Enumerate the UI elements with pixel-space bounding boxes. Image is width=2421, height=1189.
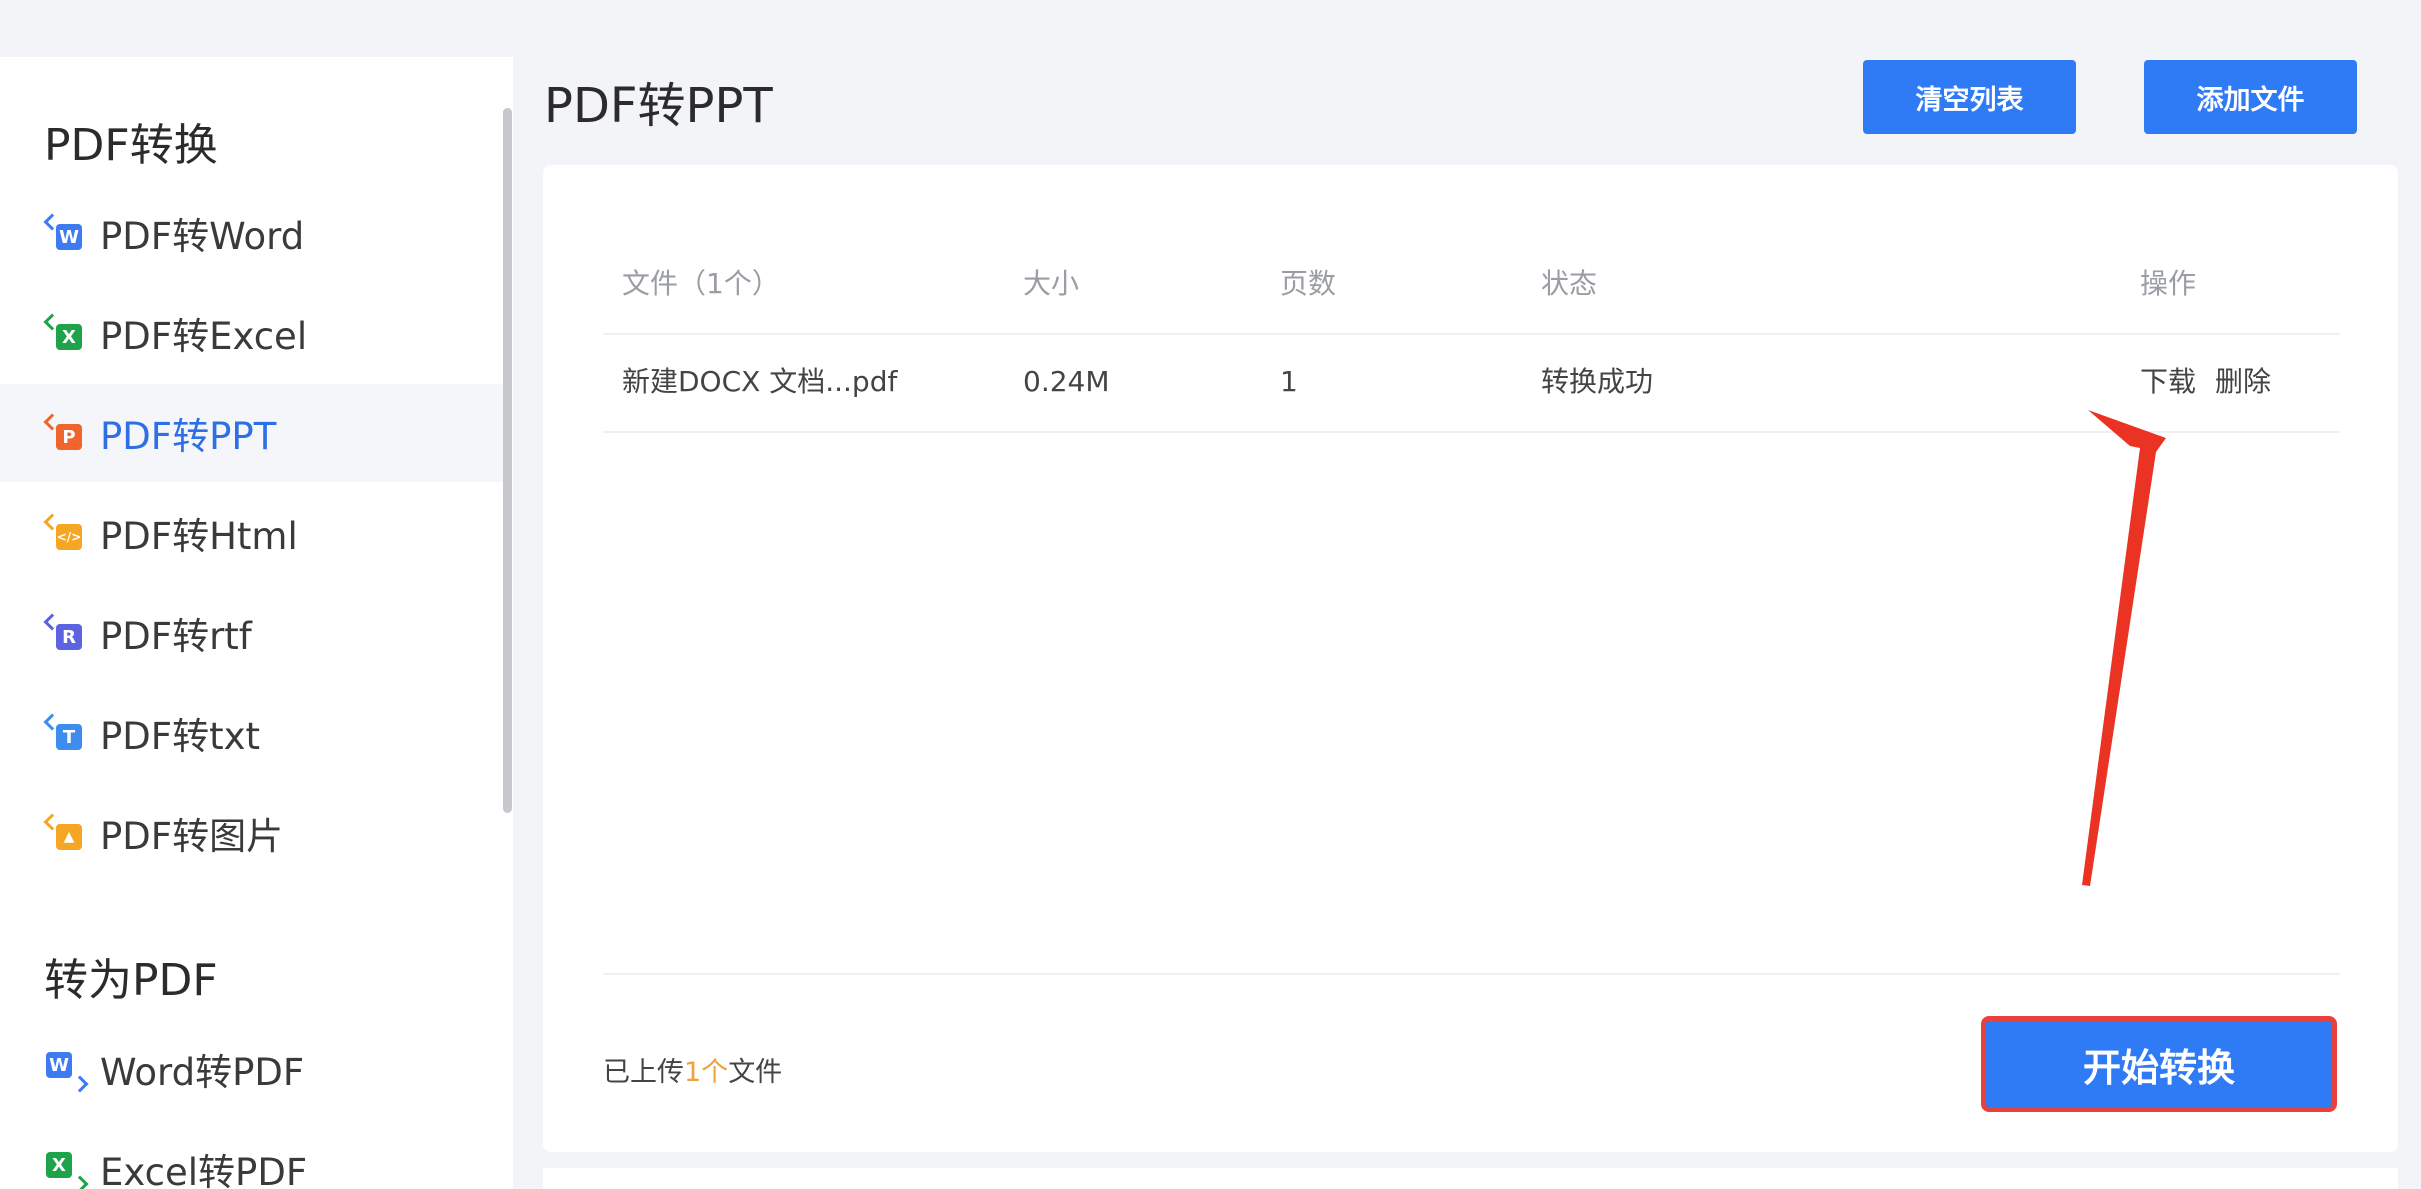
next-panel-edge: [543, 1168, 2398, 1189]
sidebar-scrollbar[interactable]: [503, 108, 512, 813]
file-list-panel: 文件（1个） 大小 页数 状态 操作 新建DOCX 文档...pdf 0.24M…: [543, 165, 2398, 1152]
upload-prefix: 已上传: [603, 1057, 684, 1088]
sidebar-item-label: PDF转Excel: [100, 315, 308, 358]
page-title: PDF转PPT: [544, 78, 773, 134]
rtf-file-icon: R: [43, 613, 82, 650]
excel-file-icon: X: [46, 1152, 89, 1189]
clear-list-button[interactable]: 清空列表: [1863, 60, 2076, 134]
sidebar-item-pdf-to-ppt[interactable]: P PDF转PPT: [0, 384, 503, 482]
sidebar-item-label: Excel转PDF: [100, 1151, 308, 1189]
start-convert-button[interactable]: 开始转换: [1981, 1016, 2337, 1112]
sidebar-item-pdf-to-word[interactable]: W PDF转Word: [0, 184, 503, 282]
sidebar-item-pdf-to-html[interactable]: </> PDF转Html: [0, 484, 503, 582]
html-file-icon: </>: [43, 513, 82, 550]
sidebar-item-label: PDF转txt: [100, 715, 260, 758]
image-file-icon: ▲: [43, 813, 82, 850]
ppt-file-icon: P: [43, 413, 82, 450]
sidebar-item-pdf-to-excel[interactable]: X PDF转Excel: [0, 284, 503, 382]
section-title-to-pdf: 转为PDF: [44, 955, 218, 1006]
upload-count-text: 已上传1个文件: [603, 1050, 782, 1089]
sidebar-item-pdf-to-txt[interactable]: T PDF转txt: [0, 684, 503, 782]
column-header-file: 文件（1个）: [622, 267, 780, 300]
sidebar-item-excel-to-pdf[interactable]: X Excel转PDF: [0, 1120, 503, 1189]
txt-file-icon: T: [43, 713, 82, 750]
page-count: 1: [1280, 365, 1298, 398]
add-file-button[interactable]: 添加文件: [2144, 60, 2357, 134]
file-name: 新建DOCX 文档...pdf: [622, 365, 898, 398]
download-link[interactable]: 下载: [2140, 333, 2196, 431]
file-size: 0.24M: [1023, 365, 1110, 398]
sidebar-item-label: PDF转rtf: [100, 615, 252, 658]
sidebar-item-label: Word转PDF: [100, 1051, 305, 1094]
column-header-actions: 操作: [2140, 267, 2197, 300]
column-header-pages: 页数: [1280, 267, 1337, 300]
sidebar-item-word-to-pdf[interactable]: W Word转PDF: [0, 1020, 503, 1118]
table-row: 新建DOCX 文档...pdf 0.24M 1 转换成功 下载 删除: [603, 333, 2340, 433]
upload-count: 1个: [684, 1057, 729, 1088]
column-header-status: 状态: [1541, 267, 1598, 300]
sidebar-item-pdf-to-image[interactable]: ▲ PDF转图片: [0, 784, 503, 882]
sidebar-item-label: PDF转PPT: [100, 415, 277, 458]
word-file-icon: W: [43, 213, 82, 250]
status-text: 转换成功: [1541, 365, 1654, 398]
column-header-size: 大小: [1023, 267, 1080, 300]
excel-file-icon: X: [43, 313, 82, 350]
sidebar-item-label: PDF转Html: [100, 515, 298, 558]
word-file-icon: W: [46, 1052, 89, 1093]
sidebar-item-label: PDF转图片: [100, 815, 284, 858]
upload-suffix: 文件: [728, 1057, 783, 1088]
sidebar: PDF转换 W PDF转Word X PDF转Excel P PDF转PPT <…: [0, 57, 513, 1189]
sidebar-item-pdf-to-rtf[interactable]: R PDF转rtf: [0, 584, 503, 682]
divider: [603, 973, 2340, 975]
delete-link[interactable]: 删除: [2215, 333, 2271, 431]
section-title-pdf-convert: PDF转换: [44, 120, 218, 171]
table-header: 文件（1个） 大小 页数 状态 操作: [603, 235, 2340, 335]
sidebar-item-label: PDF转Word: [100, 215, 305, 258]
